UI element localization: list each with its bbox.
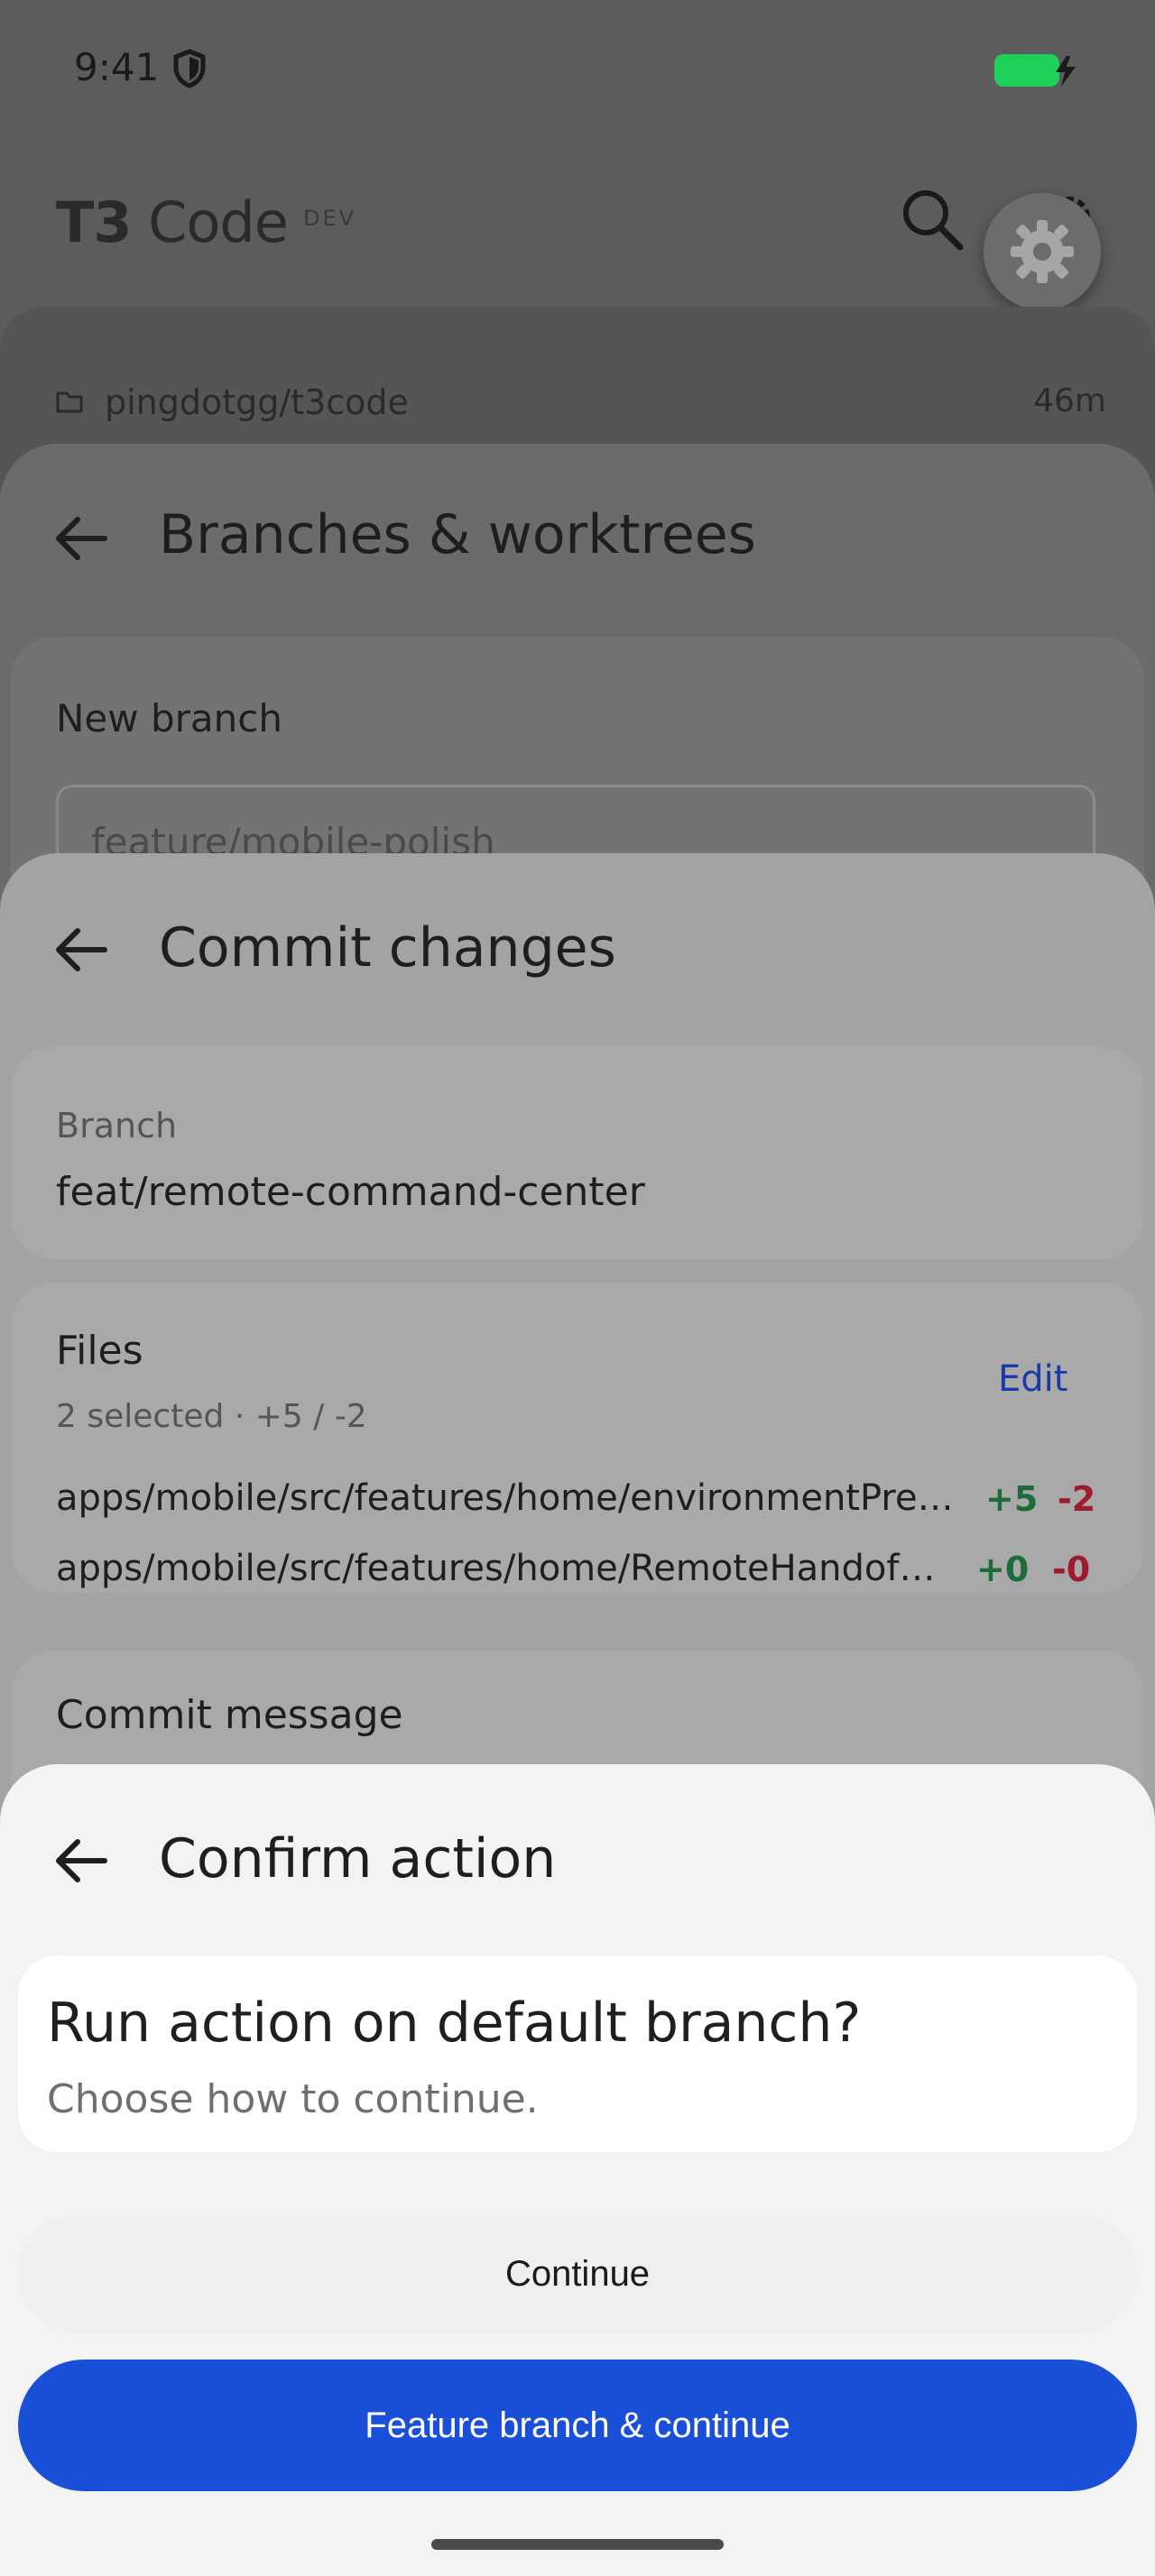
back-arrow-icon[interactable] bbox=[54, 516, 108, 561]
app-logo: T3 Code bbox=[56, 189, 289, 255]
folder-icon bbox=[56, 391, 83, 413]
confirm-sheet: Confirm action Run action on default bra… bbox=[0, 1764, 1155, 2576]
status-bar: 9:41 bbox=[0, 0, 1155, 135]
search-icon[interactable] bbox=[899, 186, 967, 254]
app-bar: T3 Code DEV bbox=[0, 171, 1155, 271]
branch-card bbox=[11, 1046, 1144, 1259]
status-time: 9:41 bbox=[74, 45, 160, 89]
file-deletions: -2 bbox=[1058, 1479, 1096, 1519]
back-arrow-icon[interactable] bbox=[54, 1838, 108, 1883]
file-path[interactable]: apps/mobile/src/features/home/environmen… bbox=[56, 1477, 958, 1519]
files-summary: 2 selected · +5 / -2 bbox=[56, 1398, 367, 1435]
confirm-card: Run action on default branch? Choose how… bbox=[18, 1955, 1137, 2152]
repo-name: pingdotgg/t3code bbox=[105, 382, 409, 422]
continue-button[interactable]: Continue bbox=[18, 2215, 1137, 2332]
files-card bbox=[11, 1283, 1144, 1593]
sheet-title: Confirm action bbox=[159, 1827, 557, 1891]
battery-icon bbox=[994, 54, 1076, 87]
file-deletions: -0 bbox=[1052, 1550, 1091, 1589]
edit-files-button[interactable]: Edit bbox=[998, 1358, 1067, 1400]
repo-age: 46m bbox=[1033, 382, 1106, 419]
env-badge: DEV bbox=[303, 206, 357, 231]
back-arrow-icon[interactable] bbox=[54, 927, 108, 972]
file-additions: +5 bbox=[985, 1479, 1039, 1519]
settings-fab[interactable] bbox=[984, 193, 1101, 310]
confirm-question: Run action on default branch? bbox=[47, 1992, 862, 2055]
sheet-title: Branches & worktrees bbox=[159, 503, 756, 566]
gear-icon bbox=[1011, 220, 1074, 283]
files-label: Files bbox=[56, 1328, 143, 1374]
file-additions: +0 bbox=[976, 1550, 1030, 1589]
branch-label: Branch bbox=[56, 1106, 178, 1145]
sheet-title: Commit changes bbox=[159, 916, 616, 980]
branch-value: feat/remote-command-center bbox=[56, 1169, 645, 1215]
shield-icon bbox=[173, 49, 206, 88]
feature-branch-continue-button[interactable]: Feature branch & continue bbox=[18, 2360, 1137, 2491]
commit-message-label: Commit message bbox=[56, 1692, 403, 1738]
confirm-subtitle: Choose how to continue. bbox=[47, 2076, 539, 2122]
new-branch-label: New branch bbox=[56, 696, 282, 741]
file-path[interactable]: apps/mobile/src/features/home/RemoteHand… bbox=[56, 1548, 958, 1589]
home-indicator[interactable] bbox=[431, 2539, 724, 2550]
